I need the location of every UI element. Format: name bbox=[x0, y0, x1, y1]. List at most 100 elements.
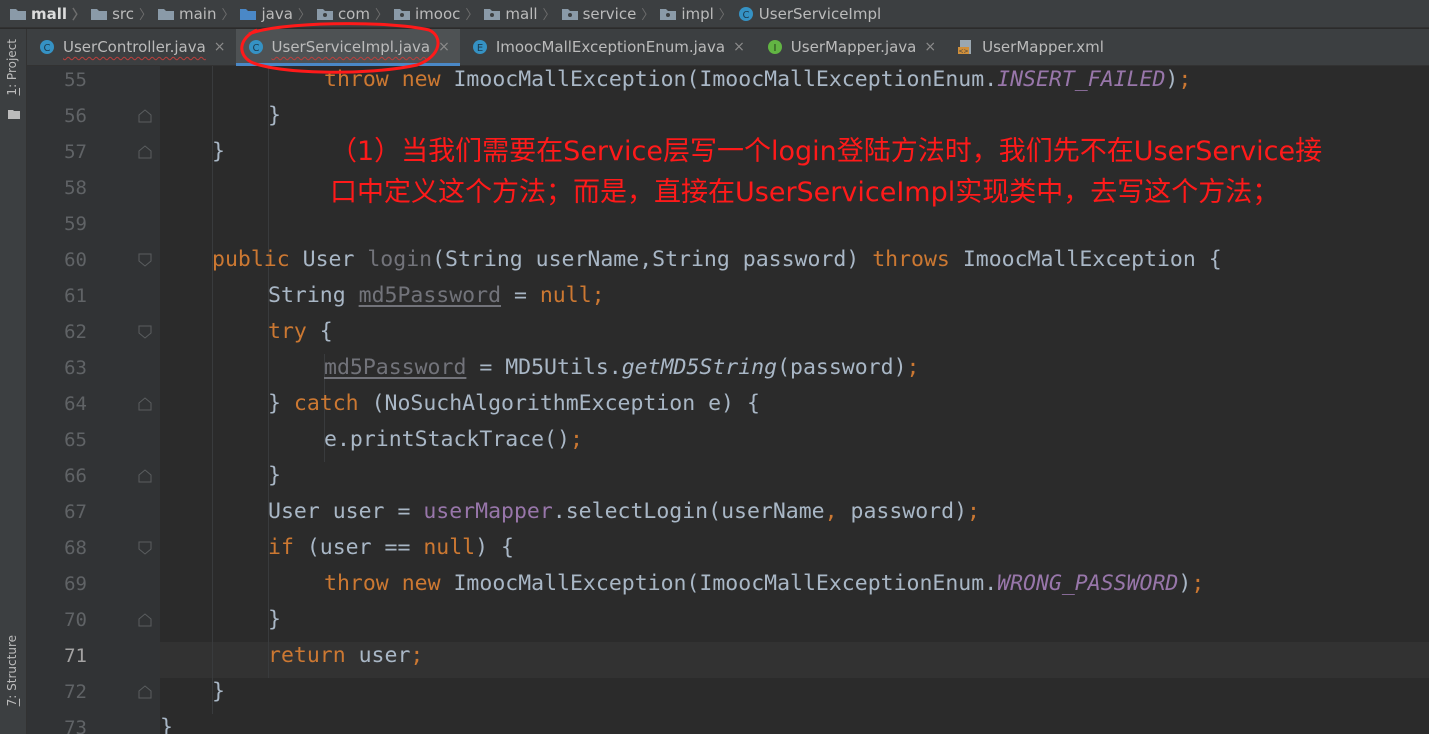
project-folder-icon bbox=[10, 8, 26, 20]
left-tool-strip: 1: Project 7: Structure bbox=[0, 29, 27, 734]
fold-start-icon[interactable] bbox=[138, 253, 152, 267]
fold-end-icon[interactable] bbox=[138, 685, 152, 699]
project-folder-icon bbox=[8, 110, 20, 119]
breadcrumb: mall 〉 src 〉 main 〉 java 〉 com 〉 imooc 〉 mall 〉… bbox=[0, 0, 1429, 28]
tab-usercontroller-java[interactable]: C UserController.java × bbox=[27, 29, 236, 65]
line-number: 55 bbox=[64, 69, 87, 91]
line-number: 58 bbox=[64, 177, 87, 199]
code-line-71: return user; bbox=[268, 643, 424, 668]
code-line-57: } bbox=[212, 139, 225, 164]
breadcrumb-item-com[interactable]: com 〉 bbox=[316, 4, 394, 23]
breadcrumb-item-mall[interactable]: mall 〉 bbox=[484, 4, 561, 23]
svg-text:<>: <> bbox=[959, 48, 969, 55]
line-number: 66 bbox=[64, 465, 87, 487]
line-number-gutter: 55 56 57 58 59 60 61 62 63 64 65 66 67 6… bbox=[27, 66, 160, 734]
breadcrumb-item-impl[interactable]: impl 〉 bbox=[660, 4, 737, 23]
line-number: 72 bbox=[64, 681, 87, 703]
breadcrumb-item-java[interactable]: java 〉 bbox=[240, 4, 316, 23]
enum-icon: E bbox=[472, 40, 487, 54]
line-number: 73 bbox=[64, 717, 87, 734]
code-line-70: } bbox=[268, 607, 281, 632]
tab-label: UserController.java bbox=[63, 38, 206, 56]
code-line-66: } bbox=[268, 463, 281, 488]
breadcrumb-item-userserviceimpl[interactable]: C UserServiceImpl bbox=[738, 5, 881, 23]
fold-end-icon[interactable] bbox=[138, 145, 152, 159]
close-icon[interactable]: × bbox=[438, 39, 450, 55]
tab-userserviceimpl-java[interactable]: C UserServiceImpl.java × bbox=[235, 29, 461, 66]
code-line-56: } bbox=[268, 103, 281, 128]
source-folder-icon bbox=[240, 8, 257, 20]
svg-text:I: I bbox=[773, 43, 776, 54]
fold-end-icon[interactable] bbox=[138, 613, 152, 627]
line-number: 67 bbox=[64, 501, 87, 523]
breadcrumb-item-imooc[interactable]: imooc 〉 bbox=[394, 4, 484, 23]
code-line-61: String md5Password = null; bbox=[268, 283, 605, 308]
tab-usermapper-java[interactable]: I UserMapper.java × bbox=[755, 29, 946, 65]
editor-tab-bar: C UserController.java × C UserServiceImp… bbox=[27, 29, 1429, 66]
code-line-73: } bbox=[160, 715, 173, 734]
class-icon: C bbox=[738, 6, 753, 21]
svg-text:C: C bbox=[252, 43, 259, 54]
line-number: 59 bbox=[64, 213, 87, 235]
breadcrumb-item-main[interactable]: main 〉 bbox=[157, 4, 241, 23]
interface-icon: I bbox=[767, 40, 782, 54]
line-number: 60 bbox=[64, 249, 87, 271]
project-tool-window-button[interactable]: 1: Project bbox=[5, 39, 19, 96]
code-line-64: } catch (NoSuchAlgorithmException e) { bbox=[268, 391, 760, 416]
package-icon bbox=[660, 8, 677, 20]
fold-start-icon[interactable] bbox=[138, 325, 152, 339]
tab-label: UserMapper.xml bbox=[982, 38, 1104, 56]
breadcrumb-item-src[interactable]: src 〉 bbox=[91, 4, 158, 23]
xml-file-icon: <> bbox=[958, 40, 972, 55]
close-icon[interactable]: × bbox=[214, 39, 226, 55]
line-number: 57 bbox=[64, 141, 87, 163]
line-number: 64 bbox=[64, 393, 87, 415]
package-icon bbox=[316, 8, 333, 20]
class-icon: C bbox=[248, 40, 263, 54]
line-number: 65 bbox=[64, 429, 87, 451]
annotation-line-1: （1）当我们需要在Service层写一个login登陆方法时，我们先不在User… bbox=[330, 136, 1323, 167]
annotation-line-2: 口中定义这个方法；而是，直接在UserServiceImpl实现类中，去写这个方… bbox=[330, 177, 1280, 208]
package-icon bbox=[394, 8, 410, 20]
code-line-62: try { bbox=[268, 319, 333, 344]
svg-text:E: E bbox=[477, 43, 483, 54]
code-line-68: if (user == null) { bbox=[268, 535, 514, 560]
tab-label: UserServiceImpl.java bbox=[271, 38, 431, 56]
code-line-63: md5Password = MD5Utils.getMD5String(pass… bbox=[324, 355, 920, 380]
code-line-65: e.printStackTrace(); bbox=[324, 427, 583, 452]
fold-start-icon[interactable] bbox=[138, 541, 152, 555]
code-line-60: public User login(String userName,String… bbox=[212, 247, 1222, 272]
package-icon bbox=[484, 8, 501, 20]
indent-guide bbox=[268, 66, 269, 678]
class-icon: C bbox=[40, 40, 54, 54]
fold-end-icon[interactable] bbox=[138, 397, 152, 411]
svg-text:C: C bbox=[742, 10, 749, 21]
svg-text:C: C bbox=[44, 43, 51, 54]
code-line-67: User user = userMapper.selectLogin(userN… bbox=[268, 499, 980, 524]
tab-label: ImoocMallExceptionEnum.java bbox=[495, 38, 726, 56]
code-line-69: throw new ImoocMallException(ImoocMallEx… bbox=[324, 571, 1205, 596]
code-line-72: } bbox=[212, 679, 225, 704]
fold-end-icon[interactable] bbox=[138, 109, 152, 123]
tab-usermapper-xml[interactable]: <> UserMapper.xml × bbox=[946, 29, 1114, 65]
close-icon[interactable]: × bbox=[924, 39, 936, 55]
tab-imoocmallexceptionenum-java[interactable]: E ImoocMallExceptionEnum.java × bbox=[460, 29, 755, 65]
line-number: 63 bbox=[64, 357, 87, 379]
breadcrumb-item-service[interactable]: service 〉 bbox=[561, 4, 661, 23]
line-number: 69 bbox=[64, 573, 87, 595]
line-number: 61 bbox=[64, 285, 87, 307]
code-line-55: throw new ImoocMallException(ImoocMallEx… bbox=[324, 67, 1192, 92]
tab-label: UserMapper.java bbox=[790, 38, 917, 56]
breadcrumb-item-mall-project[interactable]: mall 〉 bbox=[10, 4, 91, 23]
line-number-current: 71 bbox=[64, 645, 87, 667]
line-number: 56 bbox=[64, 105, 87, 127]
line-number: 70 bbox=[64, 609, 87, 631]
folder-icon bbox=[157, 8, 174, 20]
structure-tool-window-button[interactable]: 7: Structure bbox=[5, 635, 19, 706]
fold-end-icon[interactable] bbox=[138, 469, 152, 483]
line-number: 68 bbox=[64, 537, 87, 559]
package-icon bbox=[561, 8, 578, 20]
line-number: 62 bbox=[64, 321, 87, 343]
annotation-note: （1）当我们需要在Service层写一个login登陆方法时，我们先不在User… bbox=[330, 131, 1420, 213]
close-icon[interactable]: × bbox=[733, 39, 745, 55]
